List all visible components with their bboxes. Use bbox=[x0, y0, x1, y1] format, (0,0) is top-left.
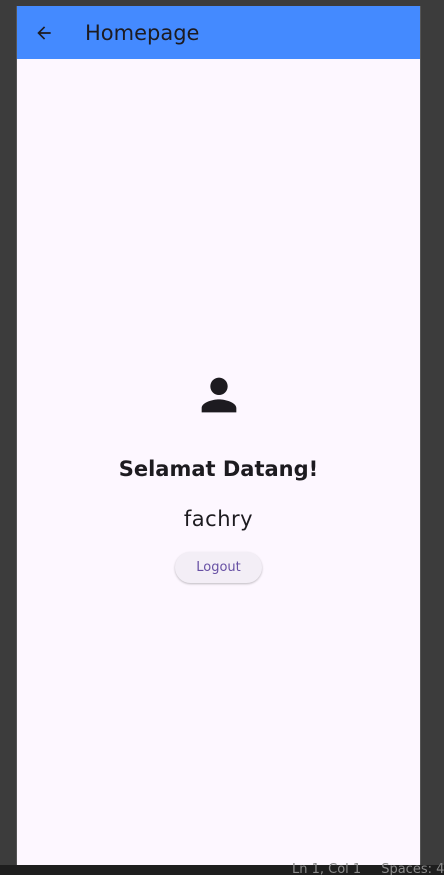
welcome-heading: Selamat Datang! bbox=[118, 457, 319, 481]
person-icon bbox=[201, 377, 237, 413]
arrow-back-icon bbox=[37, 25, 51, 40]
logout-button[interactable]: Logout bbox=[175, 552, 262, 583]
status-text: Ln 1, Col 1 Spaces: 4 bbox=[292, 862, 444, 875]
desktop-background: Homepage Selamat Datang! fachry Logout L… bbox=[0, 0, 444, 875]
username-text: fachry bbox=[183, 507, 254, 531]
page-title: Homepage bbox=[85, 20, 200, 45]
phone-screen: Homepage Selamat Datang! fachry Logout bbox=[16, 6, 421, 865]
app-bar: Homepage bbox=[17, 6, 420, 59]
main-content: Selamat Datang! fachry Logout bbox=[17, 59, 420, 865]
back-button[interactable] bbox=[32, 21, 56, 45]
editor-status-bar: Ln 1, Col 1 Spaces: 4 bbox=[0, 862, 444, 875]
cursor-position[interactable]: Ln 1, Col 1 bbox=[292, 862, 361, 875]
indent-setting[interactable]: Spaces: 4 bbox=[381, 862, 444, 875]
